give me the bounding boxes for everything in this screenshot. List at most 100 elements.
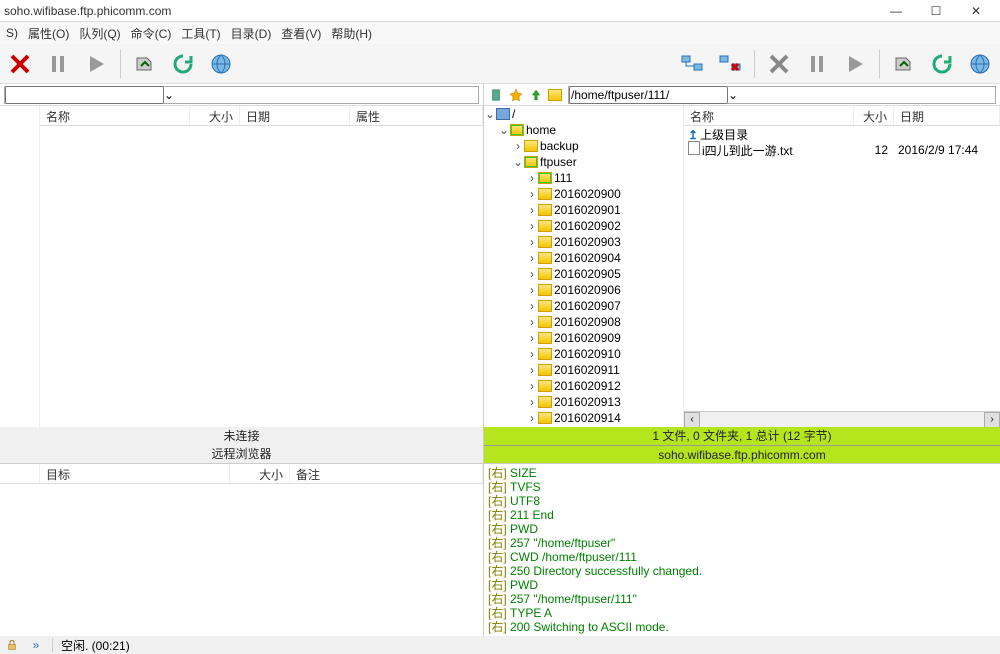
col-date[interactable]: 日期 [240, 106, 350, 125]
twisty-icon[interactable] [526, 411, 538, 425]
refresh-button[interactable] [167, 48, 199, 80]
twisty-icon[interactable] [526, 171, 538, 185]
tree-row[interactable]: 2016020904 [484, 250, 683, 266]
cancel-button-r[interactable] [763, 48, 795, 80]
play-button-r[interactable] [839, 48, 871, 80]
twisty-icon[interactable] [526, 347, 538, 361]
twisty-icon[interactable] [526, 363, 538, 377]
menu-item[interactable]: 帮助(H) [331, 25, 372, 42]
tree-row[interactable]: 2016020902 [484, 218, 683, 234]
log-pane[interactable]: [右] SIZE[右] TVFS[右] UTF8[右] 211 End[右] P… [484, 464, 1000, 636]
twisty-icon[interactable] [526, 187, 538, 201]
menu-item[interactable]: 命令(C) [131, 25, 172, 42]
twisty-icon[interactable] [526, 203, 538, 217]
pause-button-r[interactable] [801, 48, 833, 80]
disconnect-button[interactable] [714, 48, 746, 80]
minimize-button[interactable]: — [876, 0, 916, 22]
menu-item[interactable]: 工具(T) [181, 25, 220, 42]
cancel-button[interactable] [4, 48, 36, 80]
tree-row[interactable]: 2016020900 [484, 186, 683, 202]
twisty-icon[interactable] [512, 155, 524, 169]
tree-row[interactable]: 2016020910 [484, 346, 683, 362]
tree-row[interactable]: 2016020913 [484, 394, 683, 410]
chevrons-icon[interactable]: » [28, 637, 44, 653]
connect-button[interactable] [676, 48, 708, 80]
tree-row[interactable]: 2016020909 [484, 330, 683, 346]
menu-item[interactable]: S) [6, 26, 18, 40]
chevron-down-icon[interactable]: ⌄ [164, 88, 174, 102]
twisty-icon[interactable] [512, 139, 524, 153]
file-row[interactable]: i四儿到此一游.txt 12 2016/2/9 17:44 [684, 142, 1000, 158]
globe-button[interactable] [205, 48, 237, 80]
local-path-combo[interactable]: ⌄ [4, 86, 479, 104]
tree-row[interactable]: 2016020908 [484, 314, 683, 330]
twisty-icon[interactable] [526, 379, 538, 393]
close-button[interactable]: ✕ [956, 0, 996, 22]
tree-row[interactable]: home [484, 122, 683, 138]
menu-item[interactable]: 队列(Q) [79, 25, 120, 42]
scroll-track[interactable] [700, 412, 984, 428]
transfer-button[interactable] [129, 48, 161, 80]
play-button[interactable] [80, 48, 112, 80]
menu-bar: S) 属性(O) 队列(Q) 命令(C) 工具(T) 目录(D) 查看(V) 帮… [0, 22, 1000, 44]
tree-row[interactable]: ftpuser [484, 154, 683, 170]
tree-row[interactable]: 2016020903 [484, 234, 683, 250]
twisty-icon[interactable] [526, 219, 538, 233]
tree-row[interactable]: 2016020907 [484, 298, 683, 314]
remote-list-body[interactable]: ↥上级目录 i四儿到此一游.txt 12 2016/2/9 17:44 [684, 126, 1000, 411]
hscroll[interactable]: ‹ › [684, 411, 1000, 427]
twisty-icon[interactable] [526, 315, 538, 329]
tree-row[interactable]: 2016020912 [484, 378, 683, 394]
remote-address-row: ⌄ [484, 84, 1000, 106]
tree-row[interactable]: 2016020905 [484, 266, 683, 282]
file-name: i四儿到此一游.txt [702, 144, 793, 158]
menu-item[interactable]: 属性(O) [28, 25, 69, 42]
col-size[interactable]: 大小 [854, 106, 894, 125]
twisty-icon[interactable] [498, 123, 510, 137]
tree-row[interactable]: 2016020914 [484, 410, 683, 426]
tree-row[interactable]: 2016020901 [484, 202, 683, 218]
menu-item[interactable]: 查看(V) [281, 25, 321, 42]
tree-row[interactable]: backup [484, 138, 683, 154]
twisty-icon[interactable] [526, 267, 538, 281]
local-list-body[interactable] [40, 126, 483, 427]
local-tree[interactable] [0, 106, 40, 427]
twisty-icon[interactable] [526, 395, 538, 409]
up-icon[interactable] [528, 87, 544, 103]
tree-row[interactable]: 111 [484, 170, 683, 186]
tree-row[interactable]: 2016020911 [484, 362, 683, 378]
globe-button-r[interactable] [964, 48, 996, 80]
scroll-left-button[interactable]: ‹ [684, 412, 700, 428]
refresh-button-r[interactable] [926, 48, 958, 80]
col-note[interactable]: 备注 [290, 464, 483, 483]
maximize-button[interactable]: ☐ [916, 0, 956, 22]
parent-dir-row[interactable]: ↥上级目录 [684, 126, 1000, 142]
queue-body[interactable] [0, 484, 483, 636]
remote-path-combo[interactable]: ⌄ [568, 86, 996, 104]
local-path-input[interactable] [5, 86, 164, 104]
twisty-icon[interactable] [484, 107, 496, 121]
star-icon[interactable] [508, 87, 524, 103]
twisty-icon[interactable] [526, 235, 538, 249]
col-name[interactable]: 名称 [40, 106, 190, 125]
col-attr[interactable]: 属性 [350, 106, 483, 125]
col-size[interactable]: 大小 [190, 106, 240, 125]
twisty-icon[interactable] [526, 251, 538, 265]
remote-path-input[interactable] [569, 86, 728, 104]
twisty-icon[interactable] [526, 299, 538, 313]
bookmark-icon[interactable] [488, 87, 504, 103]
col-name[interactable]: 名称 [684, 106, 854, 125]
tree-row[interactable]: / [484, 106, 683, 122]
menu-item[interactable]: 目录(D) [231, 25, 272, 42]
remote-tree[interactable]: / home backup ftpuser 111 2016020900 201… [484, 106, 684, 427]
tree-row[interactable]: 2016020906 [484, 282, 683, 298]
scroll-right-button[interactable]: › [984, 412, 1000, 428]
pause-button[interactable] [42, 48, 74, 80]
transfer-button-r[interactable] [888, 48, 920, 80]
col-size[interactable]: 大小 [230, 464, 290, 483]
twisty-icon[interactable] [526, 331, 538, 345]
twisty-icon[interactable] [526, 283, 538, 297]
chevron-down-icon[interactable]: ⌄ [728, 88, 738, 102]
col-target[interactable]: 目标 [40, 464, 230, 483]
col-date[interactable]: 日期 [894, 106, 1000, 125]
